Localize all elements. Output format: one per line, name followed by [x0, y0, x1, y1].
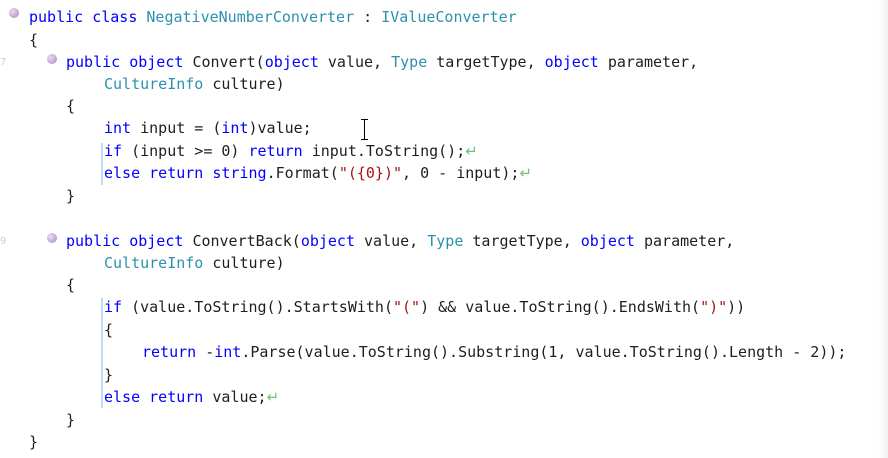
- code-editor[interactable]: 7 9 public class NegativeNumberConverter…: [0, 0, 888, 458]
- code-line: public class NegativeNumberConverter : I…: [29, 6, 517, 28]
- identifier: value,: [355, 232, 428, 250]
- identifier: parameter,: [634, 232, 735, 250]
- method-member-icon: [47, 233, 57, 243]
- keyword: int: [104, 119, 132, 137]
- return-arrow-icon: ↵: [266, 388, 280, 406]
- keyword: int: [214, 343, 242, 361]
- method-member-icon: [47, 54, 57, 64]
- keyword: public: [66, 232, 121, 250]
- class-member-icon: [9, 8, 19, 18]
- identifier: parameter,: [598, 53, 699, 71]
- code-line: }: [104, 364, 113, 386]
- identifier: targetType,: [427, 53, 545, 71]
- editor-edge: [878, 0, 888, 458]
- indent-guide: [101, 143, 103, 185]
- brace: {: [29, 31, 39, 49]
- keyword: class: [92, 8, 138, 26]
- identifier: (input >= 0): [122, 142, 249, 160]
- brace: }: [66, 187, 76, 205]
- type-name: CultureInfo: [104, 254, 204, 272]
- keyword: object: [580, 232, 635, 250]
- identifier: value;: [203, 388, 267, 406]
- identifier: .Format(: [266, 164, 339, 182]
- code-line: CultureInfo culture): [104, 73, 285, 95]
- code-line: return -int.Parse(value.ToString().Subst…: [142, 341, 846, 363]
- keyword: else: [104, 164, 141, 182]
- identifier: culture): [203, 254, 285, 272]
- keyword: object: [129, 53, 184, 71]
- brace: }: [29, 433, 39, 451]
- code-line: public object Convert(object value, Type…: [66, 51, 698, 73]
- code-line: }: [29, 431, 38, 453]
- keyword: return: [248, 142, 303, 160]
- identifier: )): [727, 298, 746, 316]
- code-line: {: [104, 319, 113, 341]
- identifier: )value;: [248, 119, 312, 137]
- indent-guide: [101, 298, 103, 408]
- brace: {: [66, 276, 76, 294]
- code-line: {: [66, 95, 75, 117]
- keyword: int: [221, 119, 249, 137]
- method-name: ConvertBack(: [192, 232, 301, 250]
- keyword: if: [104, 142, 123, 160]
- keyword: object: [300, 232, 355, 250]
- ibeam-cursor-icon: [360, 119, 369, 140]
- code-line: else return string.Format("({0})", 0 - i…: [104, 162, 532, 184]
- type-name: Type: [391, 53, 428, 71]
- interface-name: IValueConverter: [381, 8, 517, 26]
- identifier: culture): [203, 75, 285, 93]
- identifier: targetType,: [463, 232, 581, 250]
- keyword: else: [104, 388, 141, 406]
- keyword: object: [544, 53, 599, 71]
- operator: -: [196, 343, 215, 361]
- identifier: .Parse(value.ToString().Substring(1, val…: [241, 343, 847, 361]
- identifier: (value.ToString().StartsWith(: [122, 298, 393, 316]
- code-line: }: [66, 409, 75, 431]
- code-line: public object ConvertBack(object value, …: [66, 230, 734, 252]
- string-literal: "(": [393, 298, 421, 316]
- code-line: int input = (int)value;: [104, 117, 312, 139]
- string-literal: ")": [700, 298, 728, 316]
- string-literal: "({0})": [338, 164, 403, 182]
- keyword: return: [149, 164, 204, 182]
- method-name: Convert(: [192, 53, 265, 71]
- keyword: return: [149, 388, 204, 406]
- type-name: Type: [427, 232, 464, 250]
- keyword: public: [66, 53, 121, 71]
- identifier: ) && value.ToString().EndsWith(: [420, 298, 701, 316]
- code-line: CultureInfo culture): [104, 252, 285, 274]
- keyword: return: [142, 343, 197, 361]
- keyword: public: [29, 8, 84, 26]
- line-number: 9: [0, 236, 7, 247]
- identifier: input.ToString();: [302, 142, 466, 160]
- identifier: , 0 - input);: [402, 164, 520, 182]
- keyword: if: [104, 298, 123, 316]
- type-name: CultureInfo: [104, 75, 204, 93]
- return-arrow-icon: ↵: [465, 142, 478, 160]
- keyword: object: [264, 53, 319, 71]
- punctuation: :: [354, 8, 382, 26]
- identifier: value,: [318, 53, 392, 71]
- brace: }: [66, 411, 76, 429]
- line-number: 7: [0, 57, 7, 68]
- identifier: input = (: [131, 119, 222, 137]
- brace: }: [104, 366, 114, 384]
- code-line: {: [66, 274, 75, 296]
- keyword: string: [212, 164, 267, 182]
- keyword: object: [129, 232, 184, 250]
- brace: {: [66, 97, 76, 115]
- code-line: if (input >= 0) return input.ToString();…: [104, 140, 478, 162]
- class-name: NegativeNumberConverter: [146, 8, 355, 26]
- code-line: else return value;↵: [104, 386, 279, 408]
- return-arrow-icon: ↵: [519, 164, 533, 182]
- code-line: if (value.ToString().StartsWith("(") && …: [104, 296, 745, 318]
- code-line: }: [66, 185, 75, 207]
- code-line: {: [29, 29, 38, 51]
- brace: {: [104, 321, 114, 339]
